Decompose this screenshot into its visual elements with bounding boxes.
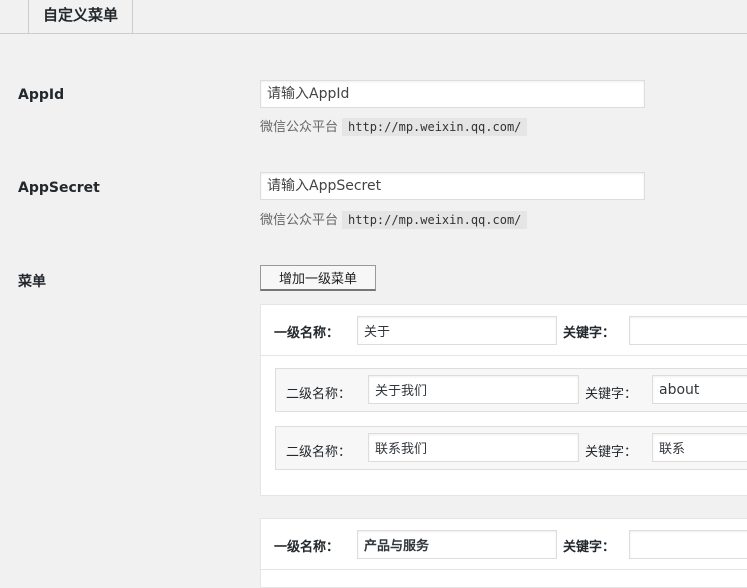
level2-name-label: 二级名称：	[286, 445, 352, 460]
appsecret-label: AppSecret	[18, 180, 100, 196]
level2-name-input[interactable]	[368, 375, 579, 404]
appid-input[interactable]	[260, 80, 645, 108]
submenu-item: 二级名称： 关键字：	[275, 426, 747, 470]
menu-label: 菜单	[18, 274, 46, 290]
appsecret-hint-text: 微信公众平台	[260, 213, 339, 228]
level1-keyword-label: 关键字：	[563, 326, 616, 341]
level2-keyword-input[interactable]	[652, 375, 747, 404]
appsecret-hint: 微信公众平台 http://mp.weixin.qq.com/	[260, 209, 528, 229]
level2-keyword-label: 关键字：	[585, 445, 638, 460]
menu-group: 一级名称： 关键字：	[260, 518, 747, 588]
appsecret-link: http://mp.weixin.qq.com/	[342, 211, 528, 229]
level1-name-label: 一级名称：	[274, 540, 340, 555]
appsecret-input[interactable]	[260, 172, 645, 200]
level2-keyword-label: 关键字：	[585, 387, 638, 402]
appid-label: AppId	[18, 87, 65, 103]
menu-group: 一级名称： 关键字： 二级名称： 关键字： 二级名称： 关键字：	[260, 304, 747, 496]
appid-hint-text: 微信公众平台	[260, 120, 339, 135]
level2-name-label: 二级名称：	[286, 387, 352, 402]
appid-link: http://mp.weixin.qq.com/	[342, 118, 528, 136]
level1-keyword-label: 关键字：	[563, 540, 616, 555]
level1-name-label: 一级名称：	[274, 326, 340, 341]
level1-keyword-input[interactable]	[629, 316, 747, 345]
tab-bar: 自定义菜单	[0, 0, 747, 34]
level2-keyword-input[interactable]	[652, 433, 747, 462]
tab-custom-menu[interactable]: 自定义菜单	[28, 0, 133, 33]
level1-keyword-input[interactable]	[629, 530, 747, 559]
submenu-item: 二级名称： 关键字：	[275, 368, 747, 412]
level2-name-input[interactable]	[368, 433, 579, 462]
level1-name-input[interactable]	[357, 530, 557, 559]
level1-name-input[interactable]	[357, 316, 557, 345]
add-level1-menu-button[interactable]: 增加一级菜单	[260, 265, 376, 291]
appid-hint: 微信公众平台 http://mp.weixin.qq.com/	[260, 116, 528, 136]
